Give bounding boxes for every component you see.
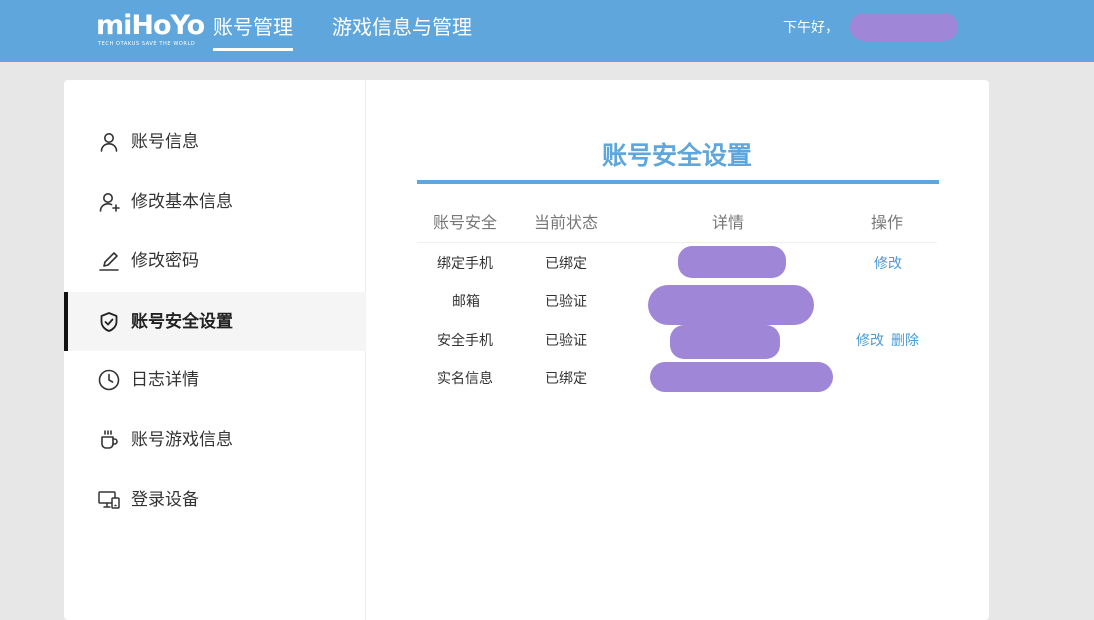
row-item-label: 绑定手机 (437, 256, 493, 272)
logo-tagline: TECH OTAKUS SAVE THE WORLD (98, 41, 196, 47)
row-item-label: 邮箱 (452, 294, 480, 310)
column-header-details: 详情 (712, 213, 745, 232)
sidebar-item-login-devices[interactable]: 登录设备 (64, 470, 366, 529)
edit-security-phone-button[interactable]: 修改 (856, 331, 884, 351)
row-status: 已验证 (545, 333, 587, 349)
table-header-divider (417, 242, 937, 243)
greeting-text: 下午好， (783, 20, 839, 36)
pencil-icon (97, 249, 121, 273)
clock-icon (97, 368, 121, 392)
logo-text: miHoYo (96, 10, 205, 41)
details-redacted (650, 362, 833, 392)
sidebar-item-change-password[interactable]: 修改密码 (64, 231, 366, 290)
user-icon (97, 130, 121, 154)
delete-security-phone-button[interactable]: 删除 (891, 331, 919, 351)
username-redacted (850, 13, 958, 41)
edit-phone-button[interactable]: 修改 (874, 254, 902, 274)
top-header: miHoYo TECH OTAKUS SAVE THE WORLD 账号管理 游… (0, 0, 1094, 62)
sidebar-item-game-info[interactable]: 账号游戏信息 (64, 410, 366, 469)
row-status: 已绑定 (545, 371, 587, 387)
details-redacted (670, 325, 780, 359)
cup-icon (97, 428, 121, 452)
sidebar-item-log-details[interactable]: 日志详情 (64, 350, 366, 409)
sidebar-item-security-settings[interactable]: 账号安全设置 (64, 292, 366, 351)
details-redacted (648, 285, 814, 325)
sidebar-item-label: 修改密码 (131, 251, 199, 271)
sidebar-item-label: 账号信息 (131, 132, 199, 152)
sidebar-item-label: 日志详情 (131, 370, 199, 390)
sidebar-item-label: 登录设备 (131, 490, 199, 510)
column-header-status: 当前状态 (534, 213, 599, 232)
devices-icon (97, 488, 121, 512)
tab-game-info-management[interactable]: 游戏信息与管理 (332, 14, 472, 40)
row-status: 已验证 (545, 294, 587, 310)
sidebar-item-label: 修改基本信息 (131, 192, 233, 212)
column-header-security-item: 账号安全 (433, 213, 498, 232)
title-divider (417, 180, 939, 184)
tab-account-management[interactable]: 账号管理 (213, 14, 293, 51)
sidebar-item-account-info[interactable]: 账号信息 (64, 112, 366, 171)
shield-check-icon (97, 310, 121, 334)
row-item-label: 实名信息 (437, 371, 493, 387)
user-plus-icon (97, 190, 121, 214)
column-header-actions: 操作 (871, 213, 904, 232)
row-status: 已绑定 (545, 256, 587, 272)
sidebar: 账号信息 修改基本信息 修改密码 账号安全设置 日志详情 账号游戏信息 登录设备 (64, 80, 366, 620)
sidebar-item-label: 账号安全设置 (131, 312, 233, 332)
row-item-label: 安全手机 (437, 333, 493, 349)
sidebar-item-label: 账号游戏信息 (131, 430, 233, 450)
sidebar-item-edit-basic-info[interactable]: 修改基本信息 (64, 172, 366, 231)
page-title: 账号安全设置 (601, 141, 752, 170)
mihoyo-logo[interactable]: miHoYo TECH OTAKUS SAVE THE WORLD (96, 10, 205, 50)
details-redacted (678, 246, 786, 278)
